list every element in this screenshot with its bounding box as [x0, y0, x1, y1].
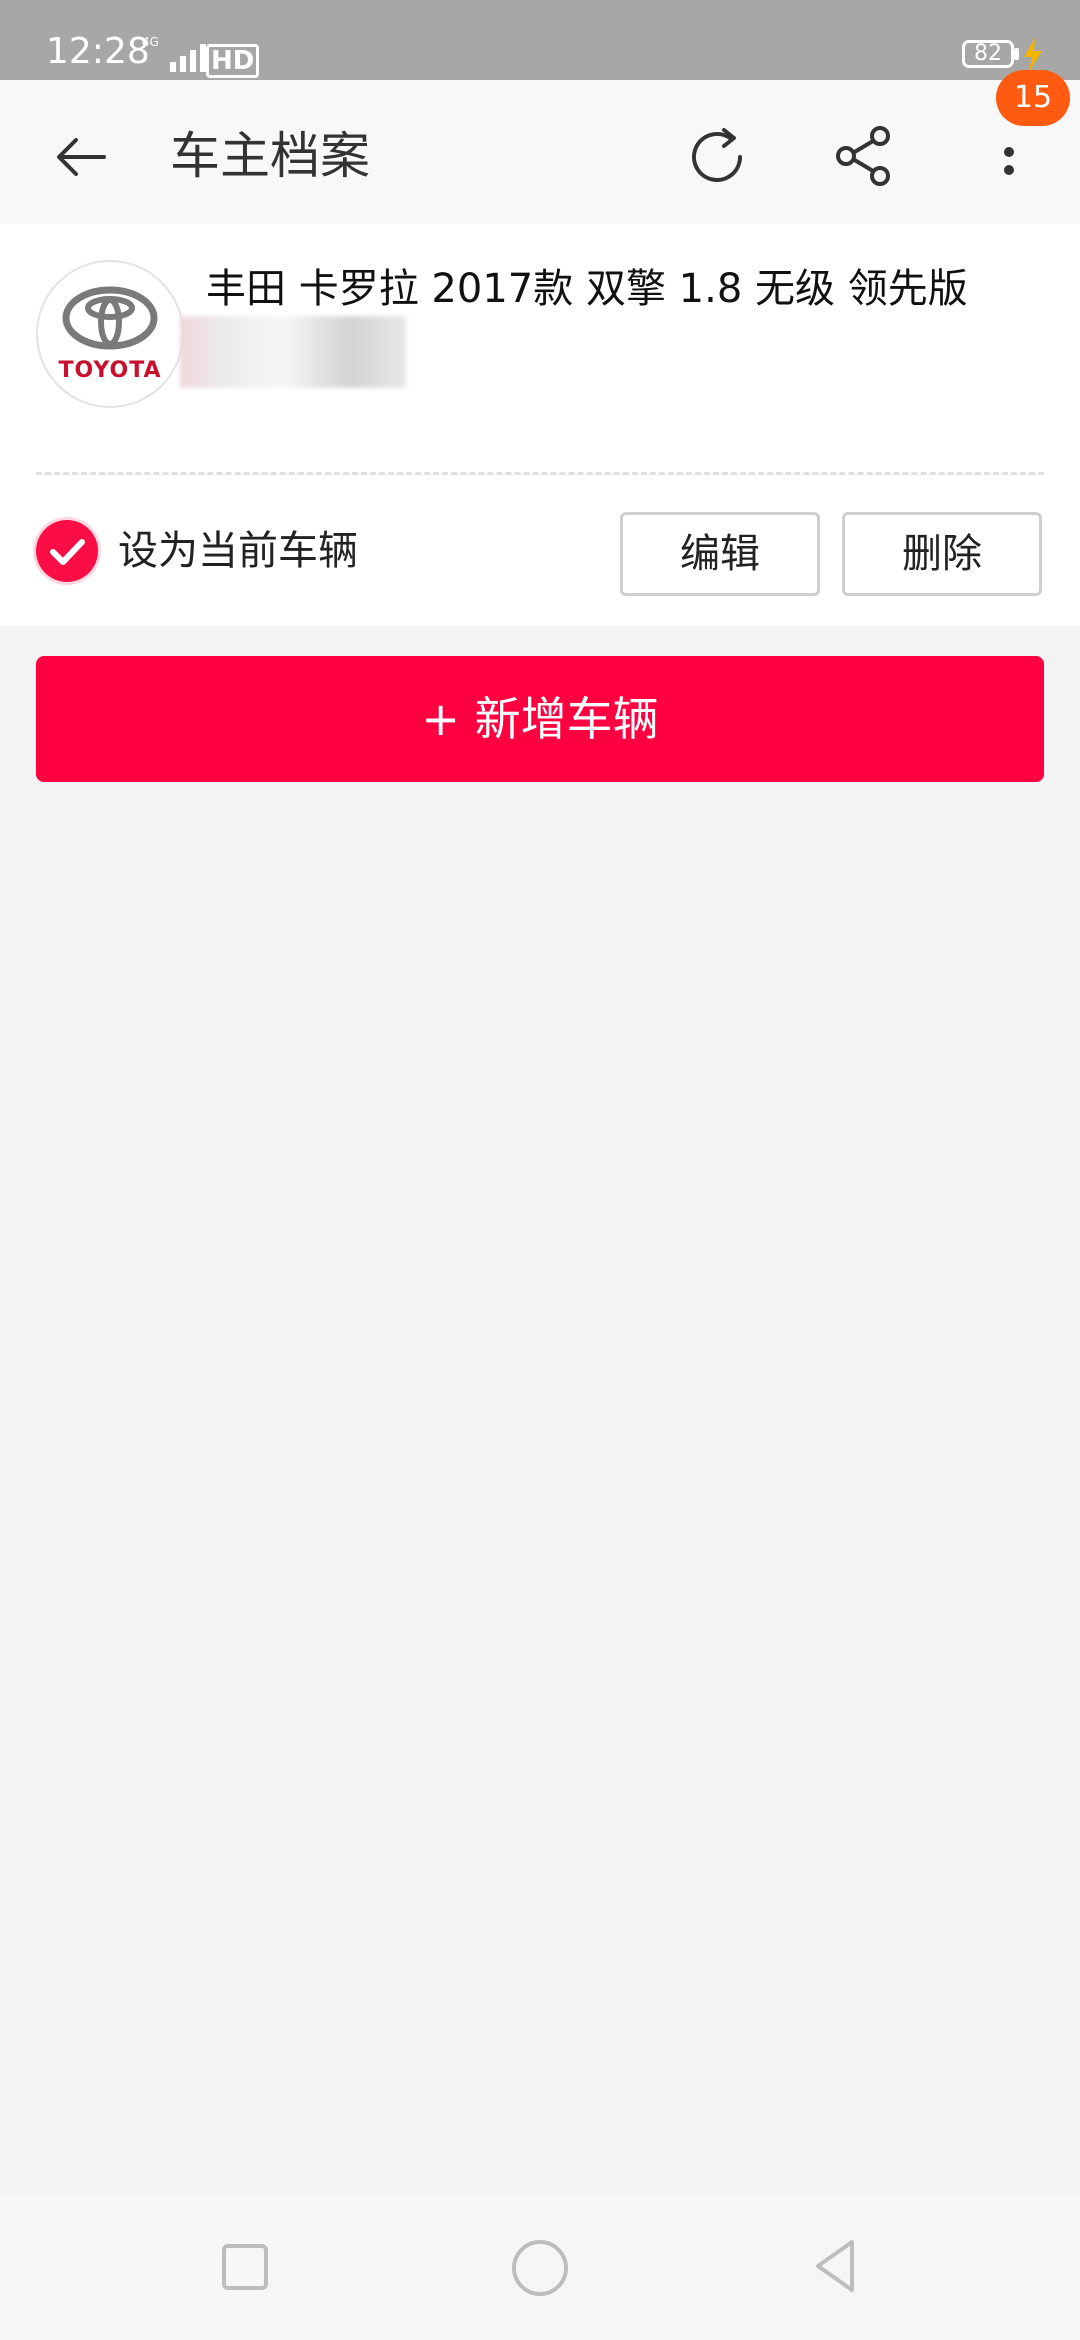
charging-icon: [1024, 38, 1042, 72]
blurred-plate-number: [180, 316, 406, 388]
more-vert-icon[interactable]: [972, 118, 1046, 192]
share-icon[interactable]: [826, 118, 900, 192]
status-bar: 12:28 4G HD 82: [0, 0, 1080, 80]
status-time: 12:28: [46, 31, 150, 72]
refresh-icon[interactable]: [680, 120, 754, 194]
brand-logo: TOYOTA: [36, 260, 184, 408]
back-triangle-icon[interactable]: [808, 2236, 868, 2296]
battery-icon: 82: [962, 40, 1014, 68]
brand-logo-text: TOYOTA: [58, 358, 162, 383]
page-title: 车主档案: [170, 127, 370, 185]
checkmark-icon: [50, 539, 85, 565]
back-arrow-icon[interactable]: [46, 122, 116, 192]
set-current-checkbox[interactable]: [36, 520, 98, 582]
system-nav-bar: [0, 2194, 1080, 2340]
home-circle-icon[interactable]: [512, 2240, 568, 2296]
app-bar: 车主档案 15: [0, 70, 1080, 224]
vehicle-card: TOYOTA 丰田 卡罗拉 2017款 双擎 1.8 无级 领先版 设为当前车辆…: [0, 224, 1080, 626]
add-vehicle-button[interactable]: + 新增车辆: [36, 656, 1044, 782]
toyota-emblem-icon: [62, 286, 158, 350]
recents-square-icon[interactable]: [222, 2244, 268, 2290]
delete-button[interactable]: 删除: [842, 512, 1042, 596]
vehicle-name: 丰田 卡罗拉 2017款 双擎 1.8 无级 领先版: [206, 266, 968, 312]
hd-voice-badge: HD: [206, 44, 260, 78]
edit-button[interactable]: 编辑: [620, 512, 820, 596]
network-type: 4G: [142, 35, 159, 49]
notification-badge: 15: [996, 70, 1070, 126]
battery-tip: [1014, 48, 1019, 60]
battery-level: 82: [974, 41, 1002, 66]
set-current-label[interactable]: 设为当前车辆: [118, 526, 358, 576]
dashed-divider: [36, 472, 1044, 475]
